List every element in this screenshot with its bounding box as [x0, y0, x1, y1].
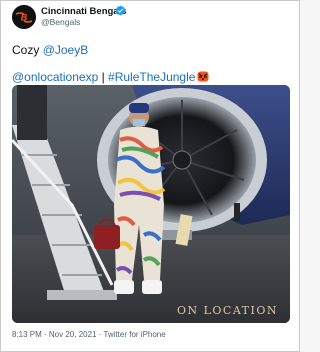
author-name[interactable]: Cincinnati Bengals — [41, 6, 127, 17]
tweet-text-line1: Cozy @JoeyB — [12, 43, 88, 57]
hashtag-link[interactable]: #RuleTheJungle — [108, 70, 195, 84]
tweet-text-prefix: Cozy — [12, 43, 43, 57]
tweet-card: B Cincinnati Bengals @Bengals Cozy @Joey… — [0, 0, 300, 352]
bengals-tiger-icon — [197, 71, 209, 82]
author-handle[interactable]: @Bengals — [41, 17, 80, 27]
separator: | — [98, 70, 109, 84]
airport-tarmac-photo — [12, 85, 290, 323]
mention-link[interactable]: @JoeyB — [43, 43, 89, 57]
tweet-text-line2: @onlocationexp | #RuleTheJungle — [12, 70, 209, 84]
bengals-logo-icon: B — [12, 5, 36, 29]
mention-link-onlocation[interactable]: @onlocationexp — [12, 70, 98, 84]
tweet-timestamp[interactable]: 8:13 PM · Nov 20, 2021 · Twitter for iPh… — [12, 330, 166, 339]
verified-badge-icon — [115, 5, 126, 16]
tweet-photo[interactable]: On Location — [12, 85, 290, 323]
avatar[interactable]: B — [12, 5, 36, 29]
on-location-watermark: On Location — [176, 304, 278, 317]
